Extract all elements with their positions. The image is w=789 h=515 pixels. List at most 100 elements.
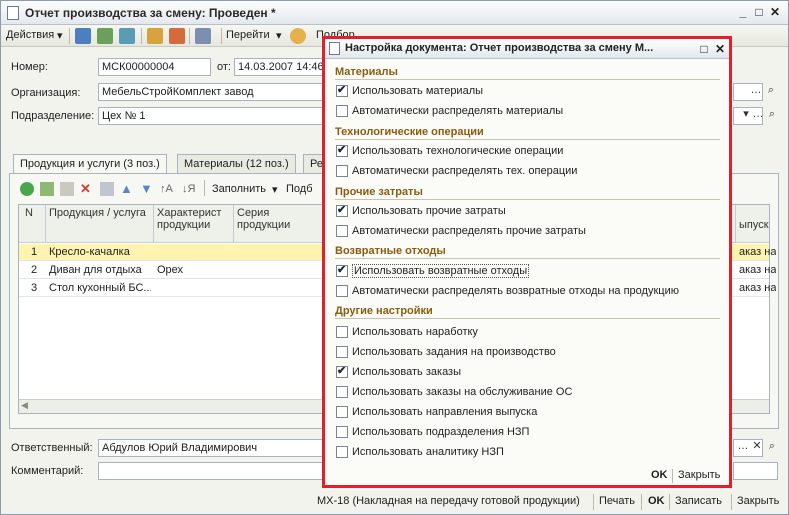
checkbox-label: Использовать технологические операции [352, 145, 564, 157]
section-title-materials: Материалы [335, 66, 398, 78]
column-header-product[interactable]: Продукция / услуга [49, 207, 149, 219]
save-icon[interactable] [97, 28, 113, 44]
copy-row-icon[interactable] [40, 182, 54, 196]
statusbar-separator [669, 494, 670, 510]
tab-products[interactable]: Продукция и услуги (3 поз.) [13, 154, 167, 175]
close-form-button[interactable]: Закрыть [737, 495, 779, 507]
section-divider [335, 258, 720, 259]
date-field[interactable]: 14.03.2007 14:46:5 [234, 58, 326, 76]
ok-button[interactable]: OK [648, 495, 665, 507]
column-header-n[interactable]: N [25, 207, 33, 219]
copy-icon[interactable] [195, 28, 211, 44]
actions-dropdown-icon[interactable]: ▾ [57, 29, 63, 42]
checkbox-box[interactable] [336, 285, 348, 297]
checkbox-label: Автоматически распределять возвратные от… [352, 285, 679, 297]
checkmark-icon: ✔ [337, 264, 347, 276]
structure-icon[interactable] [169, 28, 185, 44]
column-header-release[interactable]: ыпуск [739, 219, 769, 231]
checkbox-box[interactable] [336, 326, 348, 338]
checkbox-label: Использовать заказы на обслуживание ОС [352, 386, 573, 398]
selection-menu[interactable]: Подб [286, 183, 313, 195]
dialog-titlebar: Настройка документа: Отчет производства … [325, 39, 729, 59]
post-icon[interactable] [119, 28, 135, 44]
section-title-other-settings: Другие настройки [335, 305, 433, 317]
organization-select-button[interactable]: … [749, 83, 763, 101]
dialog-maximize-button[interactable]: □ [697, 42, 711, 56]
document-icon [7, 6, 19, 20]
section-divider [335, 79, 720, 80]
move-down-icon[interactable]: ▼ [140, 182, 154, 196]
dialog-ok-button[interactable]: OK [651, 469, 668, 481]
checkbox-box[interactable] [336, 346, 348, 358]
post-and-close-icon[interactable] [75, 28, 91, 44]
responsible-select-button[interactable]: … [736, 439, 750, 457]
comment-field[interactable] [98, 462, 326, 480]
checkbox-label: Использовать наработку [352, 326, 478, 338]
cell-n: 3 [31, 282, 38, 294]
number-field[interactable]: МСК00000004 [98, 58, 211, 76]
minimize-button[interactable]: _ [736, 5, 750, 19]
window-titlebar: Отчет производства за смену: Проведен * … [1, 1, 788, 25]
organization-search-icon[interactable]: ⌕ [764, 83, 778, 101]
cell-release: аказ на [739, 246, 777, 258]
section-title-returnable-waste: Возвратные отходы [335, 245, 446, 257]
close-button[interactable]: ✕ [768, 5, 782, 19]
checkbox-box[interactable] [336, 406, 348, 418]
division-field[interactable]: Цех № 1 [98, 107, 326, 125]
create-based-on-icon[interactable] [147, 28, 163, 44]
division-search-icon[interactable]: ⌕ [765, 107, 779, 125]
checkbox-box[interactable] [336, 446, 348, 458]
cell-n: 2 [31, 264, 38, 276]
toolbar-separator [221, 28, 222, 44]
print-button[interactable]: Печать [599, 495, 635, 507]
dialog-close-text-button[interactable]: Закрыть [678, 469, 720, 481]
edit-row-icon[interactable] [60, 182, 74, 196]
fill-dropdown-icon[interactable]: ▾ [272, 183, 278, 196]
fill-menu[interactable]: Заполнить [212, 183, 266, 195]
organization-field[interactable]: МебельСтройКомплект завод [98, 83, 326, 101]
checkbox-box[interactable] [336, 225, 348, 237]
delete-row-icon[interactable]: ✕ [80, 182, 94, 196]
checkbox-box[interactable] [336, 165, 348, 177]
add-row-icon[interactable] [20, 182, 34, 196]
scroll-left-icon[interactable]: ◀ [21, 400, 28, 411]
checkbox-box[interactable] [336, 426, 348, 438]
checkmark-icon: ✔ [337, 204, 347, 216]
checkbox-label: Автоматически распределять материалы [352, 105, 564, 117]
checkbox-box[interactable] [336, 386, 348, 398]
dialog-close-button[interactable]: ✕ [713, 42, 727, 56]
tab-materials[interactable]: Материалы (12 поз.) [177, 154, 296, 174]
form-statusbar: МХ-18 (Накладная на передачу готовой про… [1, 490, 788, 514]
column-divider [45, 205, 46, 243]
responsible-label: Ответственный: [11, 442, 93, 454]
cell-release: аказ на [739, 264, 777, 276]
checkbox-label: Автоматически распределять тех. операции [352, 165, 578, 177]
statusbar-separator [593, 494, 594, 510]
actions-menu[interactable]: Действия [6, 29, 54, 41]
column-header-characteristic[interactable]: Характерист продукции [157, 207, 229, 231]
responsible-search-icon[interactable]: ⌕ [765, 439, 779, 457]
toolbar-separator [189, 28, 190, 44]
end-edit-icon[interactable] [100, 182, 114, 196]
division-select-button[interactable]: … [751, 107, 765, 125]
window-title: Отчет производства за смену: Проведен * [25, 6, 276, 20]
column-header-series[interactable]: Серия продукции [237, 207, 317, 231]
comment-field-tail[interactable] [733, 462, 778, 480]
print-form-link[interactable]: МХ-18 (Накладная на передачу готовой про… [317, 495, 580, 507]
goto-dropdown-icon[interactable]: ▾ [276, 29, 282, 42]
sort-desc-icon[interactable]: ↓Я [182, 182, 196, 196]
checkbox-box[interactable] [336, 105, 348, 117]
number-label: Номер: [11, 61, 48, 73]
move-up-icon[interactable]: ▲ [120, 182, 134, 196]
responsible-field[interactable]: Абдулов Юрий Владимирович [98, 439, 326, 457]
responsible-clear-icon[interactable]: ✕ [750, 439, 764, 457]
save-button[interactable]: Записать [675, 495, 722, 507]
checkbox-label: Использовать направления выпуска [352, 406, 538, 418]
goto-menu[interactable]: Перейти [226, 29, 270, 41]
help-icon[interactable] [290, 28, 306, 44]
maximize-button[interactable]: □ [752, 5, 766, 19]
comment-label: Комментарий: [11, 465, 84, 477]
sort-asc-icon[interactable]: ↑A [160, 182, 174, 196]
checkbox-label: Использовать материалы [352, 85, 484, 97]
checkbox-label: Использовать возвратные отходы [352, 264, 530, 278]
